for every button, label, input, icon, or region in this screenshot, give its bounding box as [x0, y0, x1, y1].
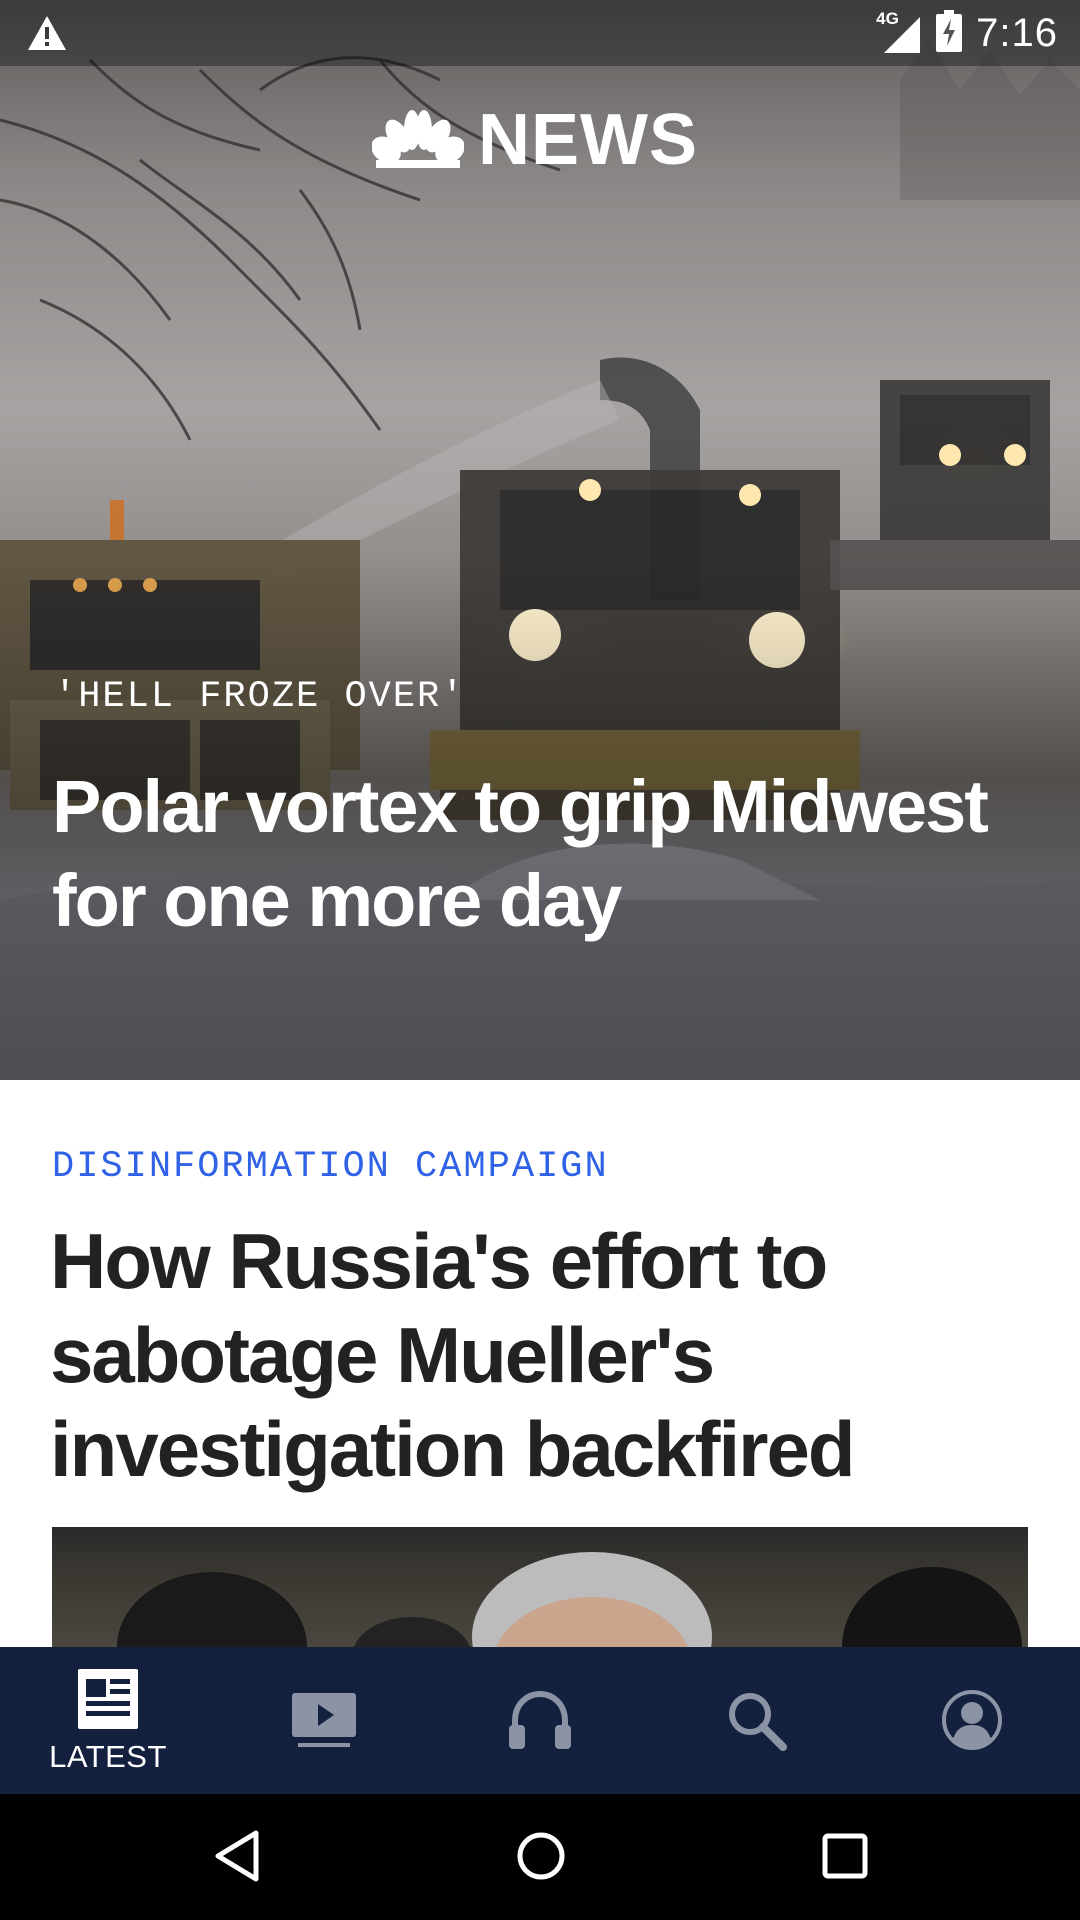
network-type: 4G: [876, 9, 899, 28]
hero-headline[interactable]: Polar vortex to grip Midwest for one mor…: [52, 760, 1032, 948]
hero-kicker: 'HELL FROZE OVER': [54, 676, 466, 718]
app-logo[interactable]: NEWS: [371, 100, 698, 180]
video-play-icon: [292, 1693, 356, 1754]
tab-audio[interactable]: [432, 1647, 648, 1794]
signal-icon: 4G: [876, 9, 922, 55]
tab-video[interactable]: [216, 1647, 432, 1794]
recents-icon[interactable]: [820, 1829, 870, 1888]
peacock-logo-icon: [371, 108, 465, 173]
story-headline[interactable]: How Russia's effort to sabotage Mueller'…: [50, 1214, 1030, 1496]
tab-latest-label: LATEST: [49, 1739, 167, 1774]
tab-search[interactable]: [648, 1647, 864, 1794]
system-navigation-bar: [0, 1794, 1080, 1920]
warning-icon: [26, 14, 68, 57]
battery-charging-icon: [936, 9, 963, 57]
logo-text: NEWS: [478, 100, 698, 180]
story-kicker: DISINFORMATION CAMPAIGN: [52, 1146, 609, 1188]
home-icon[interactable]: [516, 1829, 566, 1888]
clock: 7:16: [976, 10, 1058, 55]
search-icon: [725, 1689, 787, 1756]
headphones-icon: [507, 1689, 573, 1756]
bottom-nav: LATEST: [0, 1647, 1080, 1794]
profile-icon: [941, 1689, 1003, 1756]
newspaper-icon: [78, 1669, 138, 1734]
tab-latest[interactable]: LATEST: [0, 1647, 216, 1794]
tab-profile[interactable]: [864, 1647, 1080, 1794]
back-icon[interactable]: [212, 1829, 262, 1888]
status-bar: 4G 7:16: [0, 0, 1080, 66]
story-thumbnail[interactable]: [52, 1527, 1028, 1647]
